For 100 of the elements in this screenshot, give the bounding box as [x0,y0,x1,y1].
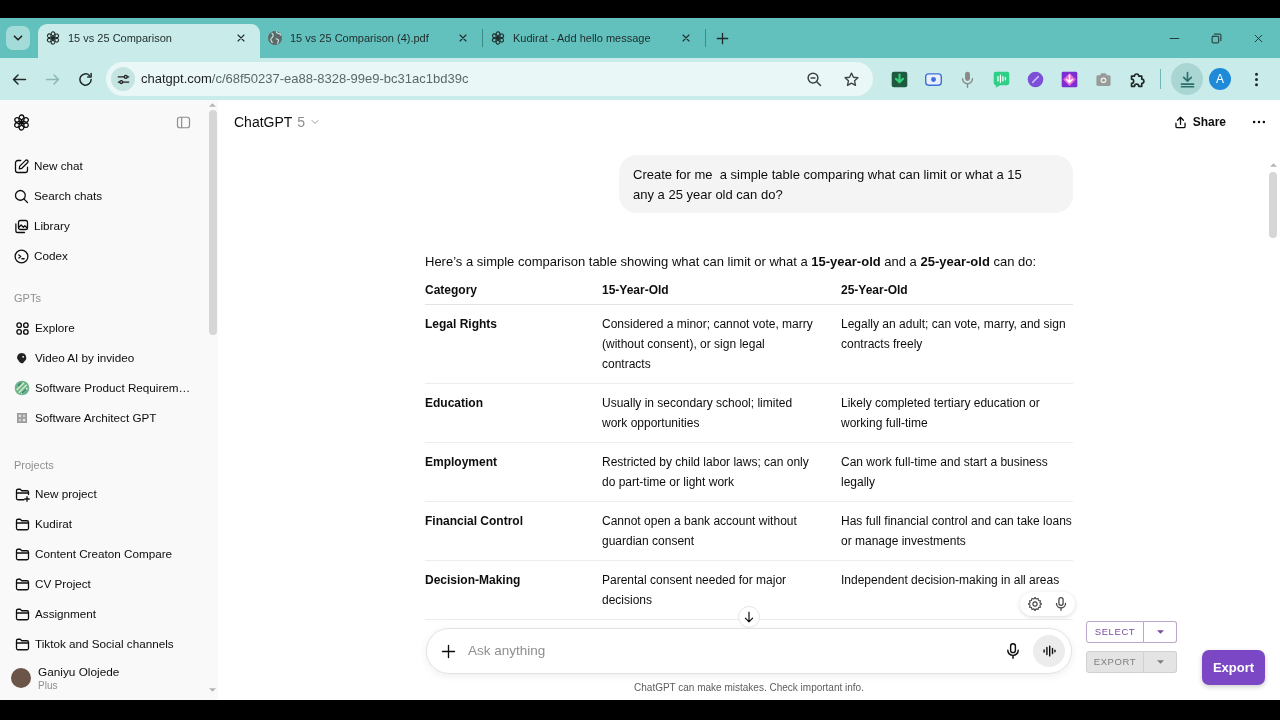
puzzle-icon[interactable] [1129,70,1146,88]
attach-plus-icon[interactable] [441,643,456,659]
column-header: Category [425,282,477,299]
voice-mode-button[interactable] [1033,635,1065,667]
record-icon[interactable] [925,70,942,88]
compose-icon [14,158,29,174]
table-cell-text: Decision-Making [425,572,521,589]
project-item[interactable]: Content Creaton Compare [6,539,201,569]
profile-avatar[interactable]: A [1209,68,1231,90]
project-item[interactable]: CV Project [6,569,201,599]
project-item[interactable]: Tiktok and Social channels [6,629,201,659]
downloads-button[interactable] [1171,63,1203,95]
section-heading: GPTs [14,291,41,306]
grid-square-icon [17,413,27,423]
zoom-out-icon[interactable] [807,71,822,87]
folder-icon [14,606,30,622]
table-cell-text: Financial Control [425,513,523,530]
browser-tab[interactable]: 15 vs 25 Comparison [38,24,260,58]
table-cell-text: Considered a minor; cannot vote, marry (without consent), or sign legal contracts [602,316,814,373]
table-cell-text: Can work full-time and start a business legally [841,454,1049,491]
user-name: Ganiyu Olojede [38,664,120,680]
table-cell-text: Education [425,395,483,412]
sidebar-item[interactable]: Search chats [6,181,201,211]
folder-icon [14,636,30,652]
close-icon[interactable] [681,33,691,43]
sidebar-toggle-icon[interactable] [176,114,191,130]
search-icon [14,188,29,204]
export-button[interactable]: Export [1202,650,1265,685]
browser-tab[interactable]: 15 vs 25 Comparison (4).pdf [260,24,482,58]
close-window-icon[interactable] [1253,32,1264,44]
caret-down-icon [1156,630,1164,634]
sidebar-item[interactable]: Library [6,211,201,241]
gpt-item[interactable]: Software Product Requirem… [6,373,201,403]
scroll-down-button[interactable] [738,606,760,628]
project-item[interactable]: Kudirat [6,509,201,539]
sliders-icon [116,72,130,86]
project-item[interactable]: Assignment [6,599,201,629]
download-icon [1178,70,1196,88]
knot-logo-icon [46,31,60,45]
close-icon[interactable] [236,33,246,43]
table-cell-text: Employment [425,454,497,471]
response-text: Here’s a simple comparison table showing what can limit or what a 15-year-old and a 25-year-old can do: [425,253,1038,271]
chevron-down-icon [310,117,321,127]
diamond-download-icon[interactable] [1061,70,1078,88]
browser-tab[interactable]: Kudirat - Add hello message [483,24,705,58]
scroll-down-arrow-icon [209,688,216,692]
scroll-up-arrow-icon [209,103,216,107]
knot-logo-icon [491,31,505,45]
address-url: chatgpt.com/c/68f50237-ea88-8328-99e9-bc31ac1bd39c [141,70,470,89]
waveform-icon [1042,644,1056,658]
composer-field[interactable]: Ask anything [426,628,1072,674]
tab-search-button[interactable] [6,26,30,50]
blob-icon [15,351,29,365]
gpt-item[interactable]: Software Architect GPT [6,403,201,433]
table-cell-text: Parental consent needed for major decisions [602,572,788,609]
mic-icon[interactable] [1053,597,1068,611]
section-heading: Projects [14,458,54,473]
back-arrow-icon[interactable] [12,71,27,87]
site-info-button[interactable] [111,67,135,91]
restore-icon[interactable] [1211,32,1222,44]
folder-icon [14,576,30,592]
message-input[interactable]: Ask anything [468,640,993,662]
table-cell-text: Legally an adult; can vote, marry, and sign contracts freely [841,316,1067,353]
reload-icon[interactable] [78,71,93,87]
folder-icon [14,516,30,532]
sidebar-item[interactable]: New chat [6,151,201,181]
disclaimer-text: ChatGPT can make mistakes. Check important info. [634,682,864,693]
table-cell-text: Likely completed tertiary education or working full-time [841,395,1041,432]
dictate-mic-icon[interactable] [1005,643,1021,659]
four-circles-icon [14,320,30,336]
share-button[interactable]: Share [1165,108,1234,136]
sidebar-item[interactable]: Codex [6,241,201,271]
new-tab-plus-icon[interactable] [716,31,729,45]
scroll-up-arrow-icon [1269,163,1277,167]
knot-logo-icon [13,113,30,131]
upload-icon [1173,115,1187,129]
images-icon [14,218,29,234]
avatar-placeholder [11,668,31,688]
gpt-item[interactable]: Video AI by invideo [6,343,201,373]
download-square-icon[interactable] [891,70,908,88]
caret-down-icon [1156,660,1164,664]
scrollbar-thumb[interactable] [208,110,217,335]
table-cell-text: Legal Rights [425,316,497,333]
address-bar[interactable]: chatgpt.com/c/68f50237-ea88-8328-99e9-bc31ac1bd39c [106,62,873,96]
striped-circle-icon [14,380,30,396]
globe-icon [268,31,282,45]
table-cell-text: Has full financial control and can take loans or manage investments [841,513,1073,550]
scrollbar-thumb[interactable] [1269,172,1277,238]
folder-icon [14,546,30,562]
gear-icon[interactable] [1027,597,1042,611]
select-button[interactable]: SELECT [1086,621,1144,643]
user-message: Create for me a simple table comparing what can limit or what a 15 any a 25 year old can do? [619,155,1073,213]
model-selector[interactable]: ChatGPT 5 [228,107,327,137]
slash-circle-icon[interactable] [1027,70,1044,88]
gpt-item[interactable]: Explore [6,313,201,343]
column-header: 15-Year-Old [602,282,669,299]
project-item[interactable]: New project [6,479,201,509]
star-icon[interactable] [844,71,859,87]
close-icon[interactable] [458,33,468,43]
arrow-down-icon [743,611,755,623]
